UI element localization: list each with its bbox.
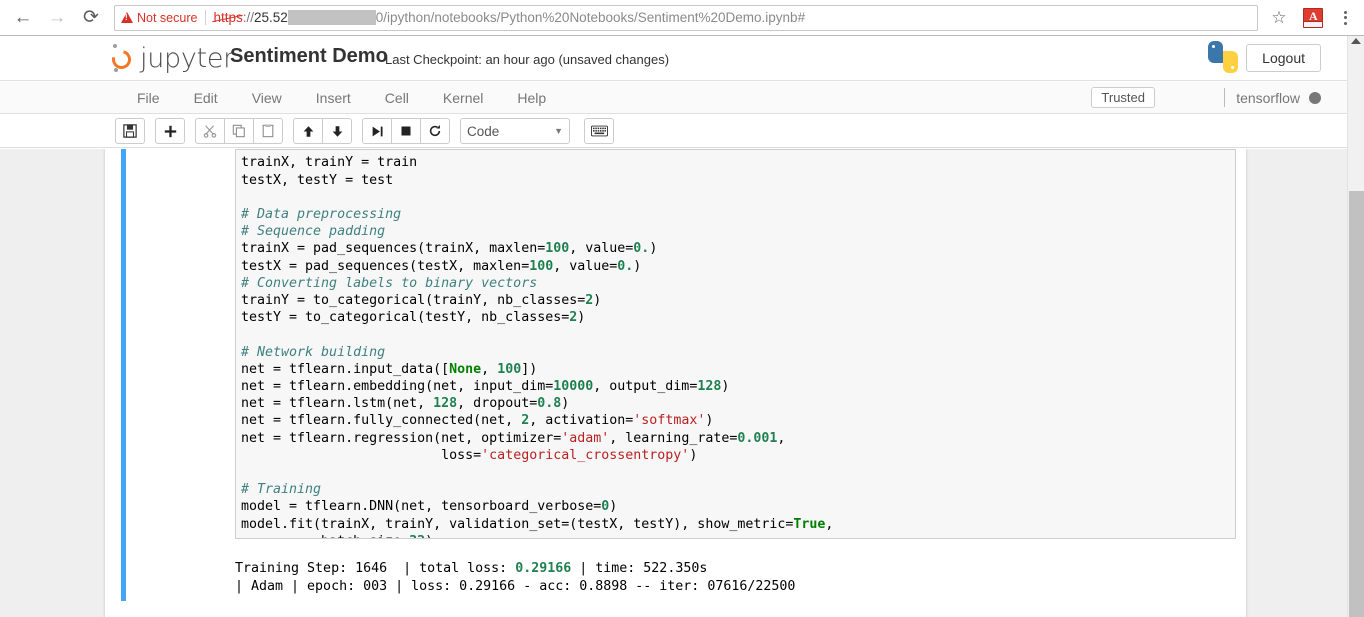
- jupyter-logo-text: jupyter: [140, 43, 234, 74]
- arrow-up-icon: [302, 125, 315, 138]
- address-bar[interactable]: Not secure https://25.52 0/ipython/notebo…: [114, 5, 1258, 31]
- scissors-icon: [203, 124, 217, 138]
- menu-insert[interactable]: Insert: [299, 82, 368, 114]
- menubar-items: File Edit View Insert Cell Kernel Help: [120, 82, 563, 114]
- notebook-cell[interactable]: trainX, trainY = train testX, testY = te…: [121, 149, 1231, 603]
- kernel-indicator[interactable]: tensorflow: [1224, 88, 1321, 107]
- toolbar-group-move: [293, 118, 352, 144]
- restart-kernel-button[interactable]: [420, 118, 450, 144]
- keyboard-shortcuts-button[interactable]: [584, 118, 614, 144]
- interrupt-kernel-button[interactable]: [391, 118, 421, 144]
- menu-view[interactable]: View: [235, 82, 299, 114]
- cell-type-dropdown[interactable]: Code ▼: [460, 118, 570, 144]
- trusted-badge[interactable]: Trusted: [1091, 87, 1155, 108]
- toolbar-group-save: [115, 118, 145, 144]
- cell-selection-indicator: [121, 149, 126, 601]
- back-button[interactable]: ←: [6, 1, 40, 35]
- notebook-background: trainX, trainY = train testX, testY = te…: [0, 149, 1347, 617]
- menu-kernel[interactable]: Kernel: [426, 82, 500, 114]
- omnibox-divider: [205, 10, 206, 25]
- menu-edit[interactable]: Edit: [177, 82, 235, 114]
- checkpoint-status: Last Checkpoint: an hour ago (unsaved ch…: [385, 52, 669, 67]
- copy-icon: [232, 124, 246, 138]
- cut-cell-button[interactable]: [195, 118, 225, 144]
- kernel-name: tensorflow: [1236, 90, 1300, 106]
- url-host: 25.52: [254, 10, 288, 25]
- url-redacted-block: [288, 10, 376, 25]
- bookmark-star-icon[interactable]: ☆: [1264, 3, 1294, 33]
- save-button[interactable]: [115, 118, 145, 144]
- plus-icon: [164, 125, 177, 138]
- jupyter-toolbar: Code ▼: [0, 115, 1347, 148]
- stop-square-icon: [400, 125, 412, 137]
- move-cell-up-button[interactable]: [293, 118, 323, 144]
- page-viewport: jupyter Sentiment Demo Last Checkpoint: …: [0, 36, 1364, 617]
- url-path: 0/ipython/notebooks/Python%20Notebooks/S…: [376, 10, 805, 25]
- toolbar-group-run: [362, 118, 450, 144]
- arrow-down-icon: [331, 125, 344, 138]
- notebook-name[interactable]: Sentiment Demo: [230, 45, 388, 68]
- toolbar-group-insert: [155, 118, 185, 144]
- copy-cell-button[interactable]: [224, 118, 254, 144]
- toolbar-group-clipboard: [195, 118, 283, 144]
- browser-menu-icon[interactable]: [1332, 3, 1358, 33]
- toolbar-group-palette: [584, 118, 614, 144]
- page-scrollbar[interactable]: [1347, 36, 1364, 617]
- run-cell-button[interactable]: [362, 118, 392, 144]
- url-separator: ://: [243, 10, 254, 25]
- jupyter-menubar: File Edit View Insert Cell Kernel Help T…: [0, 82, 1347, 114]
- jupyter-logo-icon: [110, 44, 136, 72]
- code-source: trainX, trainY = train testX, testY = te…: [241, 154, 833, 539]
- floppy-disk-icon: [123, 124, 137, 138]
- logout-button[interactable]: Logout: [1246, 44, 1321, 72]
- reload-button[interactable]: ⟳: [74, 1, 108, 35]
- url-scheme: https: [213, 10, 242, 25]
- jupyter-logo[interactable]: jupyter: [110, 40, 234, 76]
- move-cell-down-button[interactable]: [322, 118, 352, 144]
- warning-triangle-icon: [121, 12, 133, 23]
- code-editor[interactable]: trainX, trainY = train testX, testY = te…: [235, 149, 1236, 539]
- forward-button[interactable]: →: [40, 1, 74, 35]
- chevron-down-icon: ▼: [554, 126, 563, 136]
- cell-body: trainX, trainY = train testX, testY = te…: [131, 149, 1231, 601]
- menu-file[interactable]: File: [120, 82, 177, 114]
- restart-circle-icon: [428, 124, 442, 138]
- scroll-thumb[interactable]: [1349, 191, 1364, 617]
- python-logo-icon: [1207, 41, 1239, 73]
- dictionary-extension-icon[interactable]: [1303, 8, 1323, 28]
- kernel-divider: [1224, 88, 1225, 107]
- toolbar-buttons: Code ▼: [115, 118, 624, 144]
- paste-icon: [261, 124, 275, 138]
- jupyter-header: jupyter Sentiment Demo Last Checkpoint: …: [0, 36, 1347, 81]
- scroll-up-arrow[interactable]: [1351, 38, 1361, 44]
- menu-cell[interactable]: Cell: [368, 82, 426, 114]
- insert-cell-button[interactable]: [155, 118, 185, 144]
- keyboard-icon: [591, 125, 608, 137]
- notebook-container: trainX, trainY = train testX, testY = te…: [105, 149, 1246, 617]
- training-output: Training Step: 1646 | total loss: 0.2916…: [235, 560, 1236, 595]
- url-text: https://25.52 0/ipython/notebooks/Python%…: [213, 10, 805, 25]
- menu-help[interactable]: Help: [500, 82, 563, 114]
- security-warning[interactable]: Not secure: [121, 11, 205, 25]
- browser-toolbar: ← → ⟳ Not secure https://25.52 0/ipython/…: [0, 0, 1364, 36]
- run-icon: [371, 125, 384, 138]
- cell-type-value: Code: [467, 124, 499, 139]
- security-warning-label: Not secure: [137, 11, 197, 25]
- kernel-status-icon: [1309, 92, 1321, 104]
- cell-output: Training Step: 1646 | total loss: 0.2916…: [235, 547, 1236, 609]
- paste-cell-button[interactable]: [253, 118, 283, 144]
